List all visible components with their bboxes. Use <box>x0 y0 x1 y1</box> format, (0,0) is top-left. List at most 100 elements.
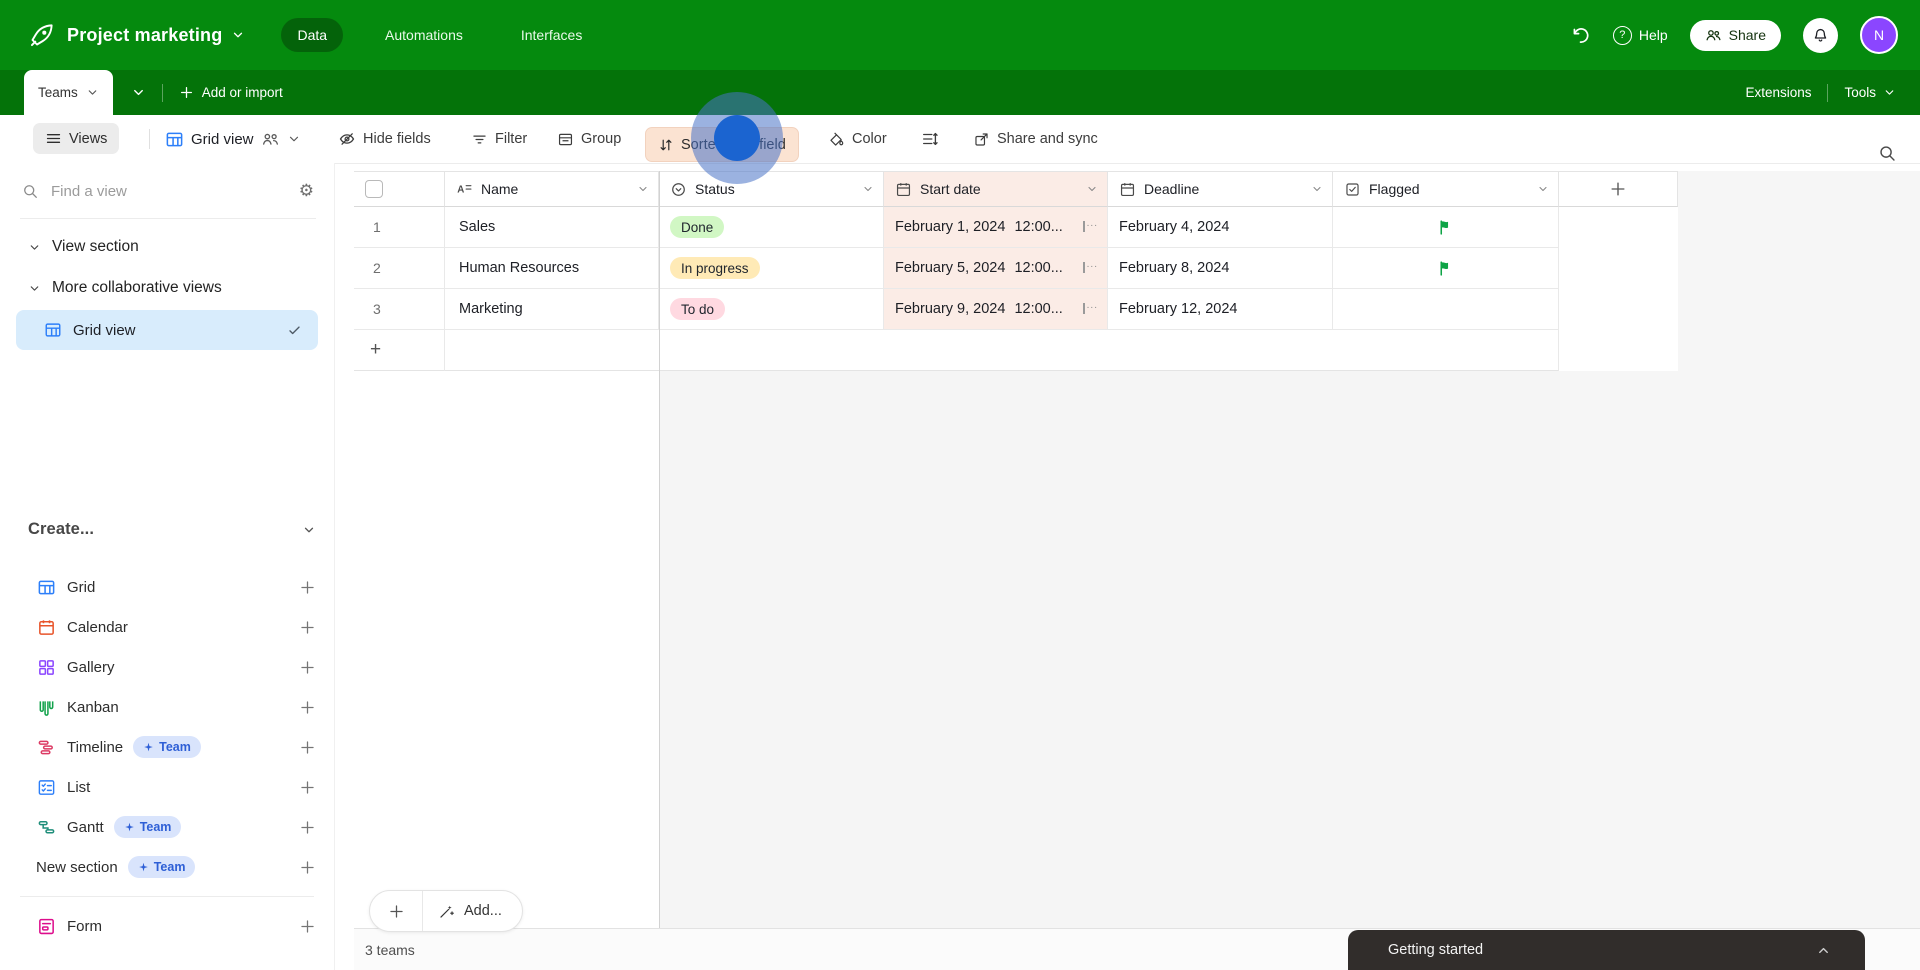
start-date-value: February 9, 2024 <box>895 301 1006 317</box>
tab-automations[interactable]: Automations <box>369 18 479 52</box>
text-field-icon: A <box>457 184 472 195</box>
deadline-cell[interactable]: February 8, 2024 <box>1108 248 1333 289</box>
sidebar-section-view-section[interactable]: View section <box>28 238 139 256</box>
add-view-plus-icon[interactable] <box>299 918 316 935</box>
sidebar-item-grid-view-selected[interactable]: Grid view <box>16 310 318 350</box>
column-chevron-icon[interactable] <box>637 183 649 195</box>
select-all-cell[interactable] <box>354 172 445 207</box>
color-button[interactable]: Color <box>828 115 887 163</box>
share-button[interactable]: Share <box>1689 19 1781 51</box>
start-date-cell[interactable]: February 5, 2024 12:00...... <box>884 248 1108 289</box>
row-number-cell[interactable]: 2 <box>354 248 445 289</box>
column-header-deadline[interactable]: Deadline <box>1108 172 1333 207</box>
select-all-checkbox[interactable] <box>365 180 383 198</box>
create-item-list[interactable]: List <box>0 767 334 807</box>
chevron-up-icon[interactable] <box>1816 943 1831 958</box>
add-with-ai-button[interactable]: Add... <box>423 903 522 920</box>
start-date-cell[interactable]: February 1, 2024 12:00...... <box>884 207 1108 248</box>
history-icon[interactable] <box>1570 25 1591 46</box>
column-header-name[interactable]: A Name <box>445 172 659 207</box>
create-item-new-section[interactable]: New section Team <box>0 847 334 887</box>
name-cell[interactable]: Human Resources <box>445 248 659 289</box>
create-item-gallery[interactable]: Gallery <box>0 647 334 687</box>
create-item-form[interactable]: Form <box>0 906 334 946</box>
user-avatar[interactable]: N <box>1860 16 1898 54</box>
name-cell[interactable]: Sales <box>445 207 659 248</box>
search-icon[interactable] <box>1878 129 1897 177</box>
add-view-plus-icon[interactable] <box>299 819 316 836</box>
app-logo-rocket-icon[interactable] <box>28 22 55 49</box>
start-time-value: 12:00... <box>1014 219 1063 235</box>
find-view-search[interactable]: Find a view ⚙ <box>22 181 314 201</box>
flagged-cell[interactable] <box>1333 248 1559 289</box>
name-cell[interactable]: Marketing <box>445 289 659 330</box>
add-view-plus-icon[interactable] <box>299 699 316 716</box>
flagged-cell[interactable] <box>1333 207 1559 248</box>
flagged-cell[interactable] <box>1333 289 1559 330</box>
row-number-cell[interactable]: 1 <box>354 207 445 248</box>
add-or-import-button[interactable]: Add or import <box>179 85 283 100</box>
base-title-chevron-down-icon[interactable] <box>231 28 245 42</box>
date-detail-icon[interactable]: ... <box>1083 301 1098 314</box>
create-item-kanban[interactable]: Kanban <box>0 687 334 727</box>
add-view-plus-icon[interactable] <box>299 659 316 676</box>
column-header-start-date[interactable]: Start date <box>884 172 1108 207</box>
help-button[interactable]: ? Help <box>1612 25 1668 45</box>
table-row[interactable]: 3 Marketing To do February 9, 2024 12:00....… <box>354 289 1678 330</box>
add-view-plus-icon[interactable] <box>299 619 316 636</box>
views-button[interactable]: Views <box>33 123 120 154</box>
tab-interfaces[interactable]: Interfaces <box>505 18 598 52</box>
date-detail-icon[interactable]: ... <box>1083 219 1098 232</box>
column-chevron-icon[interactable] <box>1311 183 1323 195</box>
add-field-button[interactable] <box>1559 172 1678 207</box>
column-chevron-icon[interactable] <box>862 183 874 195</box>
table-row[interactable]: 1 Sales Done February 1, 2024 12:00...... Feb… <box>354 207 1678 248</box>
tools-button[interactable]: Tools <box>1844 85 1896 100</box>
create-item-timeline[interactable]: Timeline Team <box>0 727 334 767</box>
table-row[interactable]: 2 Human Resources In progress February 5, 2… <box>354 248 1678 289</box>
view-switcher[interactable]: Grid view <box>165 115 301 163</box>
tab-data[interactable]: Data <box>281 18 344 52</box>
add-view-plus-icon[interactable] <box>299 739 316 756</box>
create-item-grid[interactable]: Grid <box>0 567 334 607</box>
add-row-plus-icon[interactable]: + <box>354 330 445 371</box>
row-height-button[interactable] <box>921 115 939 163</box>
deadline-cell[interactable]: February 4, 2024 <box>1108 207 1333 248</box>
extensions-button[interactable]: Extensions <box>1745 85 1811 100</box>
filter-button[interactable]: Filter <box>471 115 527 163</box>
add-view-plus-icon[interactable] <box>299 779 316 796</box>
share-and-sync-button[interactable]: Share and sync <box>973 115 1098 163</box>
status-cell[interactable]: To do <box>659 289 884 330</box>
tables-dropdown-chevron-icon[interactable] <box>131 85 146 100</box>
column-chevron-icon[interactable] <box>1086 183 1098 195</box>
add-row[interactable]: + <box>354 330 1678 371</box>
create-item-label: Gantt <box>67 818 104 836</box>
base-title[interactable]: Project marketing <box>67 25 222 46</box>
add-record-button[interactable] <box>370 891 423 931</box>
frozen-pane-divider[interactable] <box>659 171 660 928</box>
hide-fields-button[interactable]: Hide fields <box>338 115 431 163</box>
date-detail-icon[interactable]: ... <box>1083 260 1098 273</box>
table-tab-teams[interactable]: Teams <box>24 70 113 115</box>
column-chevron-icon[interactable] <box>1537 183 1549 195</box>
status-cell[interactable]: Done <box>659 207 884 248</box>
column-header-flagged[interactable]: Flagged <box>1333 172 1559 207</box>
gear-icon[interactable]: ⚙ <box>299 181 314 201</box>
status-cell[interactable]: In progress <box>659 248 884 289</box>
row-number-cell[interactable]: 3 <box>354 289 445 330</box>
deadline-cell[interactable]: February 12, 2024 <box>1108 289 1333 330</box>
start-date-cell[interactable]: February 9, 2024 12:00...... <box>884 289 1108 330</box>
notifications-button[interactable] <box>1803 17 1838 53</box>
create-item-calendar[interactable]: Calendar <box>0 607 334 647</box>
getting-started-toast[interactable]: Getting started <box>1348 930 1865 970</box>
column-header-status[interactable]: Status <box>659 172 884 207</box>
select-field-icon <box>672 182 685 196</box>
group-button[interactable]: Group <box>557 115 621 163</box>
add-view-plus-icon[interactable] <box>299 579 316 596</box>
create-item-gantt[interactable]: Gantt Team <box>0 807 334 847</box>
create-section-header[interactable]: Create... <box>28 520 316 539</box>
add-view-plus-icon[interactable] <box>299 859 316 876</box>
sidebar-section-more-collaborative-views[interactable]: More collaborative views <box>28 279 222 297</box>
add-row-space[interactable] <box>445 330 1559 371</box>
add-or-import-label: Add or import <box>201 85 283 100</box>
